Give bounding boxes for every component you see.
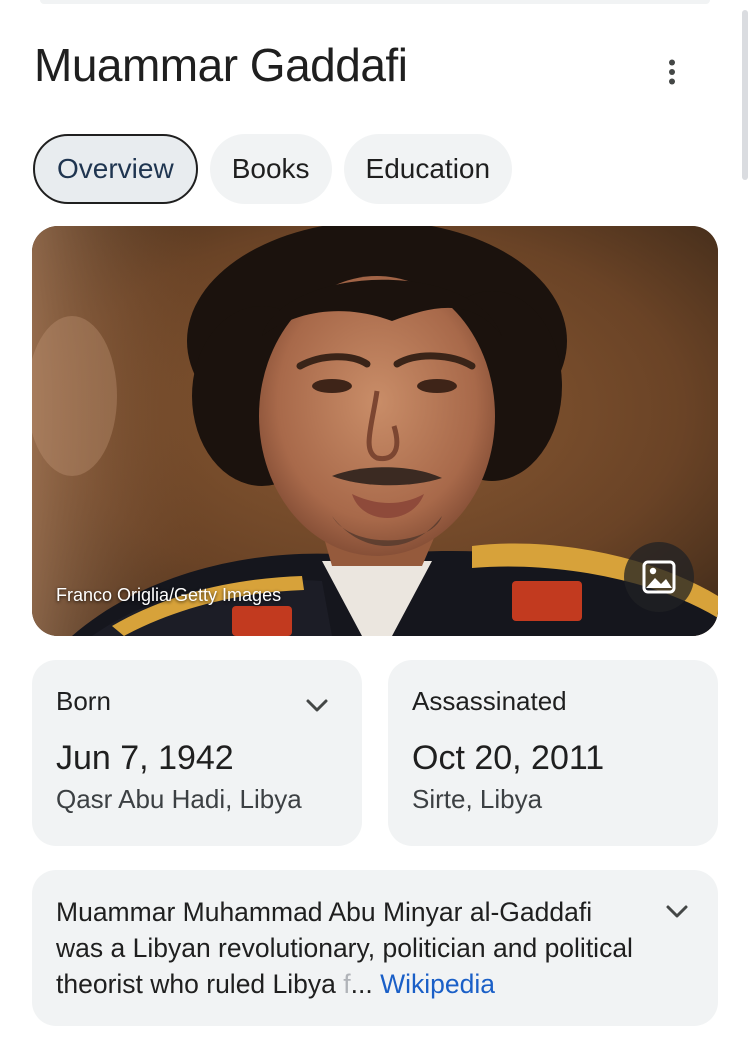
description-ellipsis: ...	[350, 969, 381, 999]
photo-credit: Franco Origlia/Getty Images	[56, 585, 282, 605]
portrait-illustration	[32, 226, 718, 636]
description-card[interactable]: Muammar Muhammad Abu Minyar al-Gaddafi w…	[32, 870, 718, 1026]
image-icon	[642, 560, 676, 594]
more-vert-icon	[669, 59, 675, 85]
tab-overview[interactable]: Overview	[33, 134, 198, 204]
born-date: Jun 7, 1942	[56, 739, 234, 777]
chevron-down-icon[interactable]	[302, 690, 332, 720]
wikipedia-link[interactable]: Wikipedia	[380, 969, 495, 999]
assassinated-place: Sirte, Libya	[412, 784, 543, 814]
born-card[interactable]: Born Jun 7, 1942 Qasr Abu Hadi, Libya	[32, 660, 362, 846]
assassinated-card[interactable]: Assassinated Oct 20, 2011 Sirte, Libya	[388, 660, 718, 846]
tab-books[interactable]: Books	[209, 134, 332, 204]
born-label: Born	[56, 686, 111, 716]
born-place: Qasr Abu Hadi, Libya	[56, 784, 302, 814]
page-title: Muammar Gaddafi	[34, 39, 408, 91]
assassinated-label: Assassinated	[412, 686, 567, 716]
chevron-down-icon[interactable]	[662, 896, 692, 926]
knowledge-panel: Muammar Gaddafi Overview Books Education	[0, 0, 750, 1046]
description-fade: f	[343, 969, 351, 999]
tab-bar: Overview Books Education	[33, 134, 513, 204]
portrait-photo[interactable]: Franco Origlia/Getty Images	[32, 226, 718, 636]
view-images-button[interactable]	[624, 542, 694, 612]
assassinated-date: Oct 20, 2011	[412, 739, 605, 777]
top-divider	[40, 0, 710, 4]
more-options-button[interactable]	[648, 50, 696, 94]
scrollbar[interactable]	[742, 10, 748, 180]
tab-education[interactable]: Education	[343, 134, 513, 204]
